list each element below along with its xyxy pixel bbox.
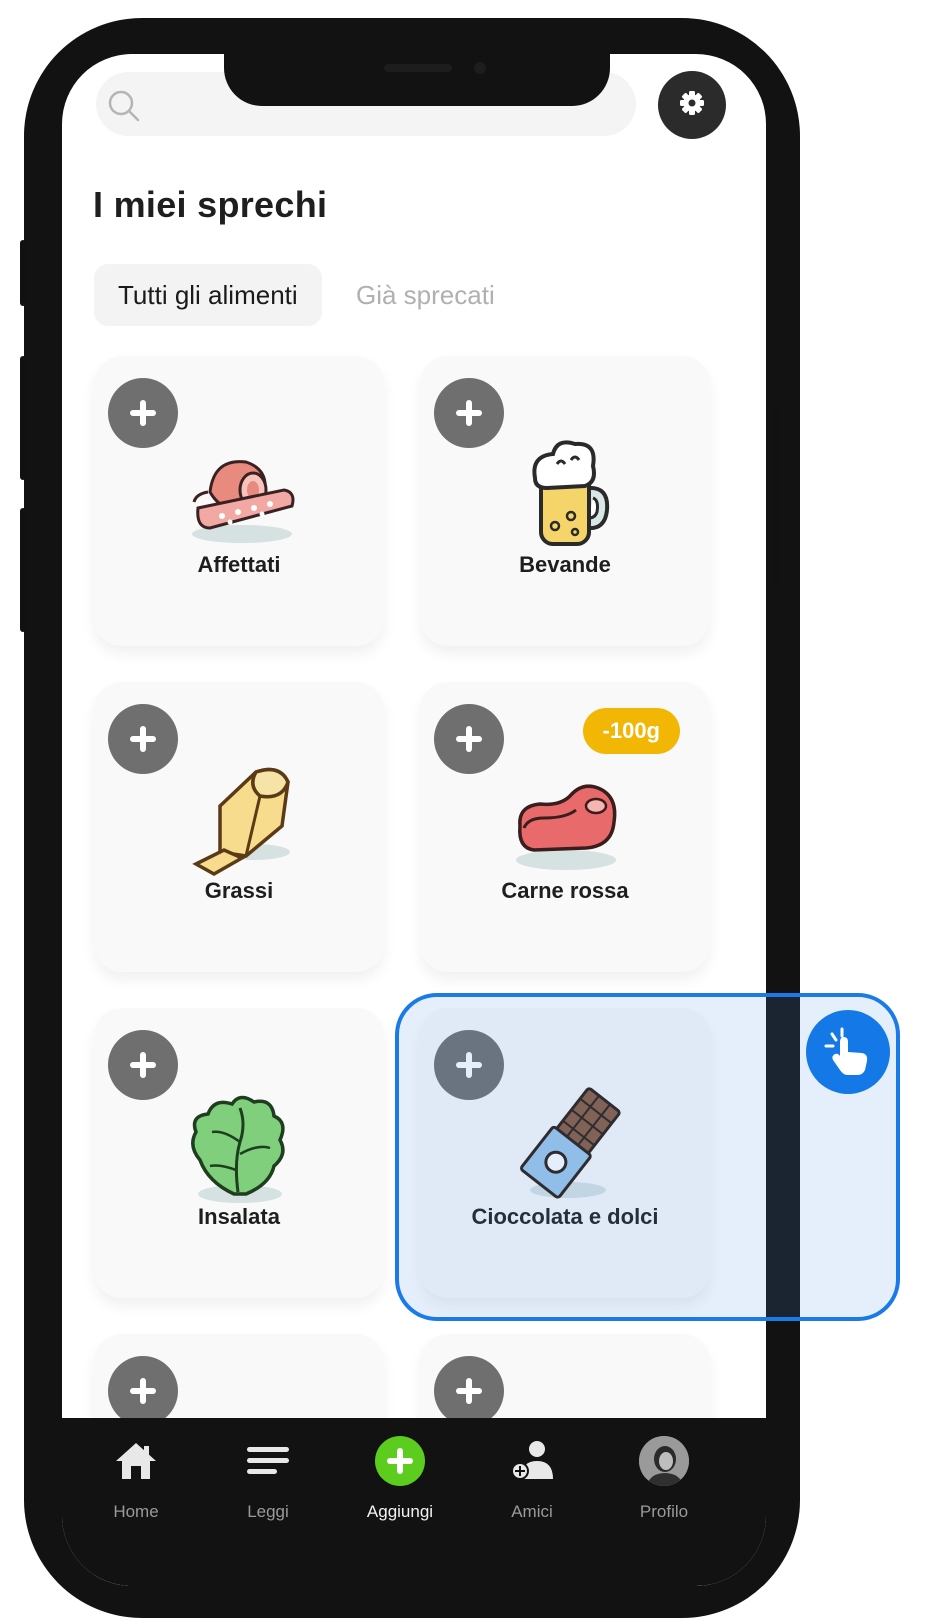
front-camera (474, 62, 486, 74)
phone-volume-down-button (20, 508, 26, 632)
speaker-grille (384, 64, 452, 72)
bottom-nav: Home Leggi Aggiungi Amici Profilo (62, 1418, 766, 1586)
phone-mute-switch (20, 240, 26, 306)
nav-amici[interactable]: Amici (472, 1418, 592, 1538)
nav-leggi[interactable]: Leggi (208, 1418, 328, 1538)
waste-amount-badge: -100g (582, 708, 680, 754)
lettuce-icon (94, 1082, 384, 1212)
plus-icon (130, 726, 156, 752)
category-card-bevande[interactable]: Bevande (420, 356, 710, 646)
phone-notch (224, 54, 610, 106)
butter-icon (94, 756, 384, 886)
category-label: Carne rossa (501, 878, 629, 903)
nav-label: Home (113, 1502, 159, 1521)
category-label: Insalata (198, 1204, 280, 1229)
category-card-insalata[interactable]: Insalata (94, 1008, 384, 1298)
category-label: Grassi (204, 878, 274, 903)
plus-icon (456, 1378, 482, 1404)
category-label: Affettati (197, 552, 281, 577)
tap-gesture-icon (806, 1010, 890, 1094)
phone-power-button (772, 404, 779, 588)
plus-icon (130, 1052, 156, 1078)
steak-icon (420, 756, 710, 886)
home-icon (76, 1436, 196, 1486)
category-card-carne-rossa[interactable]: -100g Carne rossa (420, 682, 710, 972)
plus-icon (130, 400, 156, 426)
plus-icon (456, 726, 482, 752)
category-card-grassi[interactable]: Grassi (94, 682, 384, 972)
app-screen: I miei sprechi Tutti gli alimenti Già sp… (62, 54, 766, 1586)
add-circle-icon (340, 1436, 460, 1486)
plus-icon (456, 400, 482, 426)
nav-profilo[interactable]: Profilo (604, 1418, 724, 1538)
nav-label: Amici (511, 1502, 553, 1521)
add-button[interactable] (108, 1356, 178, 1426)
tab-all-foods[interactable]: Tutti gli alimenti (94, 264, 322, 326)
category-card-affettati[interactable]: Affettati (94, 356, 384, 646)
menu-lines-icon (208, 1436, 328, 1486)
tab-already-wasted[interactable]: Già sprecati (356, 264, 495, 326)
add-button[interactable] (434, 1356, 504, 1426)
category-label: Bevande (519, 552, 611, 577)
page-title: I miei sprechi (93, 184, 328, 225)
search-icon (104, 86, 144, 131)
phone-volume-up-button (20, 356, 26, 480)
nav-aggiungi[interactable]: Aggiungi (340, 1418, 460, 1538)
nav-label: Profilo (639, 1502, 689, 1521)
gear-icon (678, 89, 706, 122)
nav-home[interactable]: Home (76, 1418, 196, 1538)
plus-icon (130, 1378, 156, 1404)
settings-button[interactable] (658, 71, 726, 139)
nav-label: Aggiungi (366, 1502, 434, 1521)
cold-cuts-icon (94, 430, 384, 560)
avatar-icon (604, 1436, 724, 1486)
nav-label: Leggi (247, 1502, 289, 1521)
beer-mug-icon (420, 430, 710, 560)
add-friend-icon (472, 1436, 592, 1486)
